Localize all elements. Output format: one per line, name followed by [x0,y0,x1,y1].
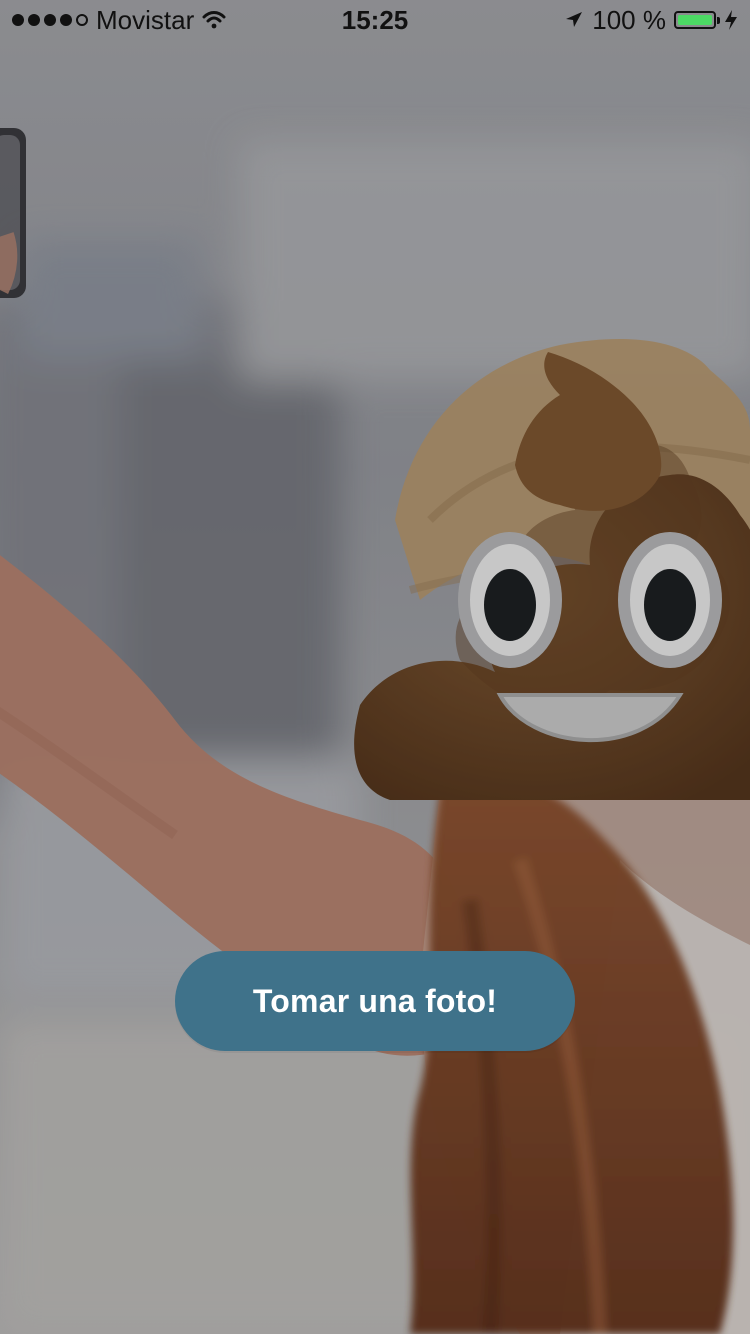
charging-bolt-icon [725,10,737,30]
battery-level-fill [678,15,712,25]
status-bar: Movistar 15:25 100 % [0,0,750,40]
battery-percent: 100 % [592,5,666,35]
status-bar-right: 100 % [564,0,738,40]
take-photo-button[interactable]: Tomar una foto! [175,951,575,1051]
battery-cap [717,17,720,24]
background-photo [0,0,750,1334]
location-arrow-icon [566,12,583,27]
app-screen: Movistar 15:25 100 % Tomar una foto! [0,0,750,1334]
battery-icon [674,11,720,29]
